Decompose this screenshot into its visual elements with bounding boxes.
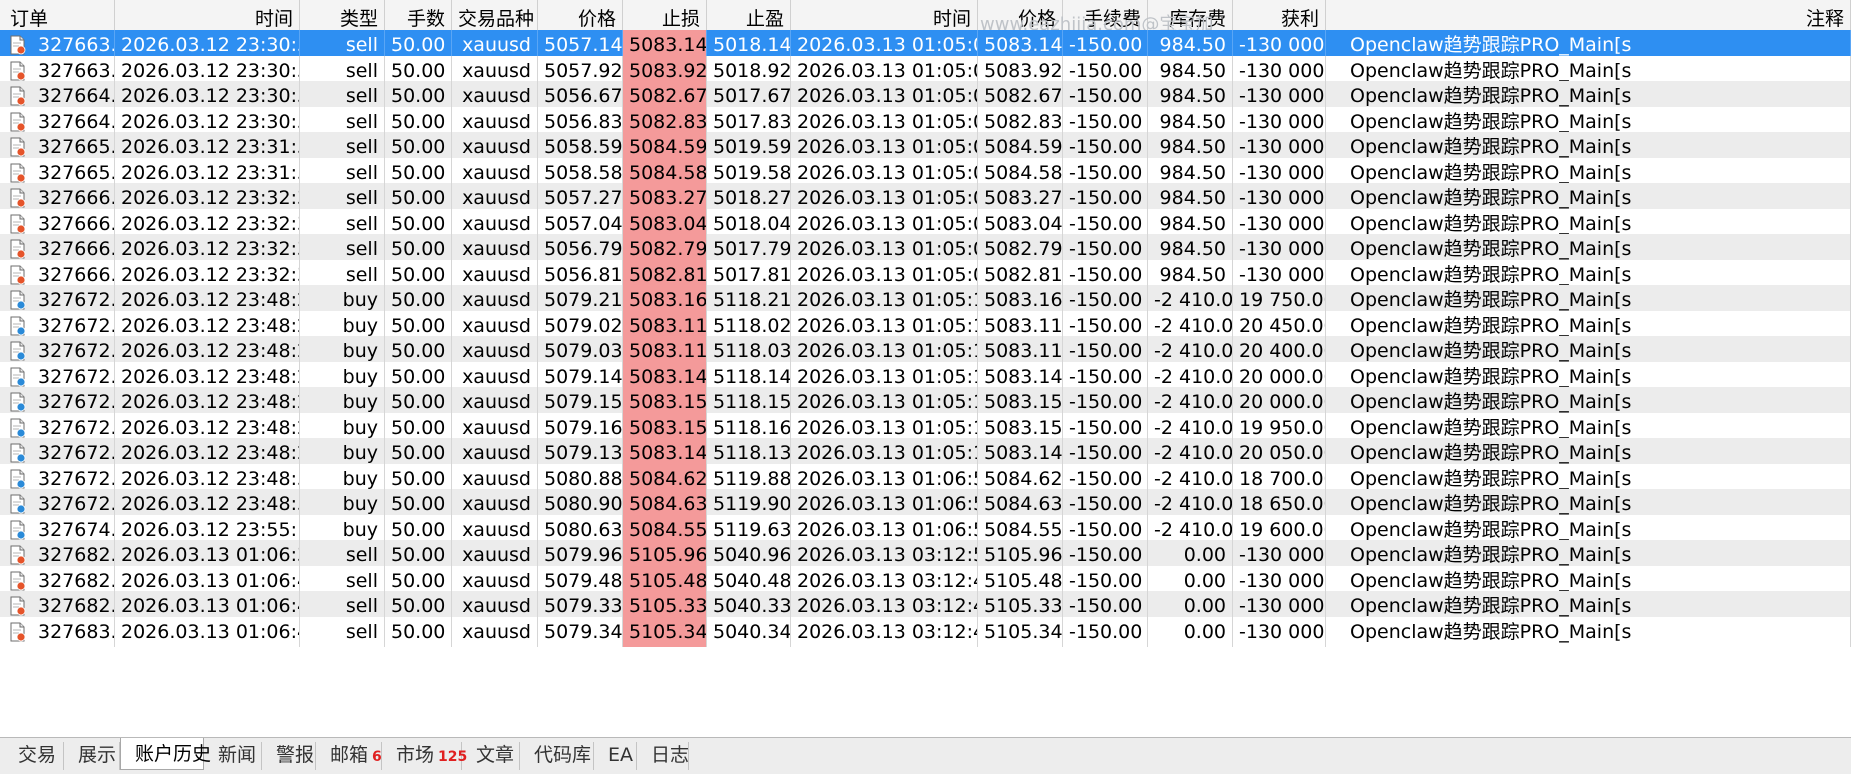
tab-label: 日志 [651,744,690,766]
tab-label: 展示 [78,744,117,766]
cell-close-price: 5105.34 [978,616,1063,647]
tab-label: 交易 [18,744,57,766]
cell-price: 5079.34 [538,616,623,647]
cell-open-time: 2026.03.13 01:06:41 [115,616,300,647]
cell-close-time: 2026.03.13 03:12:43 [791,616,978,647]
tab-1[interactable]: 展示 [64,742,120,770]
tab-2[interactable]: 账户历史 [120,738,211,770]
tab-8[interactable]: 代码库 [520,742,594,770]
tab-10[interactable]: 日志 [637,742,689,770]
tab-6[interactable]: 市场 125 [382,742,467,770]
cell-lots: 50.00 [385,616,452,647]
cell-comment: Openclaw趋势跟踪PRO_Main[s [1326,616,1851,647]
cell-swap: 0.00 [1148,616,1233,647]
tab-0[interactable]: 交易 [4,742,64,770]
tab-label: EA [608,744,634,766]
table-row[interactable]: 327683...2026.03.13 01:06:41sell50.00xau… [0,616,1851,647]
tab-badge: 6 [372,749,382,765]
tab-label: 代码库 [534,744,592,766]
tab-7[interactable]: 文章 [462,742,520,770]
cell-type: sell [300,616,385,647]
tab-9[interactable]: EA [594,742,637,770]
tab-label: 账户历史 [135,743,212,765]
bottom-tab-bar: 交易 展示 账户历史 新闻 警报 邮箱 6 市场 125 文章 代码库 EA 日志 [0,737,1851,774]
cell-symbol: xauusd [452,616,538,647]
tab-3[interactable]: 新闻 [204,742,262,770]
cell-order: 327683... [0,616,115,647]
tab-4[interactable]: 警报 [262,742,316,770]
cell-stoploss: 5105.34 [623,616,707,647]
tab-label: 邮箱 [330,744,369,766]
tab-label: 市场 [396,744,435,766]
cell-profit: -130 000... [1233,616,1326,647]
cell-commission: -150.00 [1063,616,1148,647]
tab-5[interactable]: 邮箱 6 [316,742,382,770]
tab-label: 新闻 [218,744,257,766]
tab-label: 文章 [476,744,515,766]
history-table: 订单 时间 类型 手数 交易品种 价格 止损 止盈 时间 价格 手续费 库存费 获利 注释 www.eaz… [0,0,1851,737]
tab-label: 警报 [276,744,315,766]
cell-takeprofit: 5040.34 [707,616,791,647]
